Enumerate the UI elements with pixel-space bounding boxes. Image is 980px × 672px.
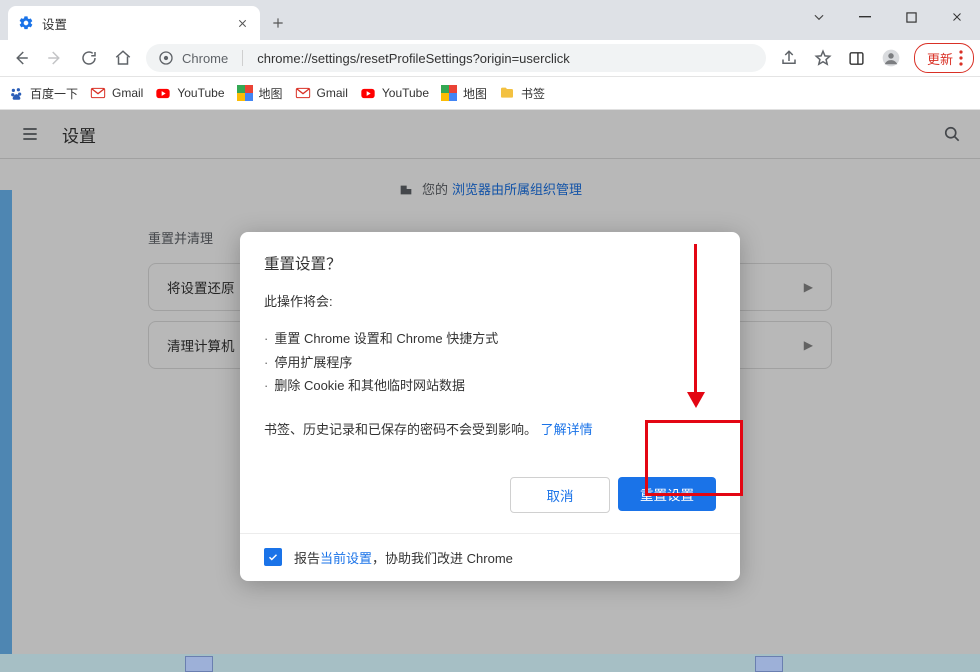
update-button[interactable]: 更新 (914, 43, 974, 73)
bookmark-star-icon[interactable] (808, 43, 838, 73)
bookmark-label: YouTube (382, 86, 429, 100)
browser-tab[interactable]: 设置 (8, 6, 260, 40)
footer-link[interactable]: 当前设置 (320, 551, 372, 566)
dialog-note-text: 书签、历史记录和已保存的密码不会受到影响。 (264, 422, 537, 437)
footer-post: ，协助我们改进 Chrome (372, 551, 513, 566)
bookmark-item[interactable]: 地图 (237, 85, 283, 102)
address-url: chrome://settings/resetProfileSettings?o… (257, 51, 570, 66)
bookmark-item[interactable]: YouTube (155, 85, 224, 101)
bookmark-label: 书签 (521, 85, 545, 102)
window-minimize-button[interactable] (842, 0, 888, 34)
back-button[interactable] (6, 43, 36, 73)
gmail-icon (90, 85, 106, 101)
youtube-icon (155, 85, 171, 101)
youtube-icon (360, 85, 376, 101)
new-tab-button[interactable] (264, 9, 292, 37)
maps-icon (441, 85, 457, 101)
dialog-title: 重置设置？ (264, 252, 716, 274)
bookmark-label: 地图 (463, 85, 487, 102)
cancel-button[interactable]: 取消 (510, 477, 610, 513)
dialog-intro: 此操作将会: (264, 290, 716, 313)
cancel-label: 取消 (547, 485, 574, 505)
tab-close-icon[interactable] (234, 15, 250, 31)
reload-button[interactable] (74, 43, 104, 73)
bookmark-item[interactable]: 百度一下 (8, 85, 78, 102)
tab-title: 设置 (42, 14, 226, 33)
address-bar[interactable]: Chrome chrome://settings/resetProfileSet… (146, 44, 766, 72)
bookmark-item[interactable]: Gmail (295, 85, 348, 101)
dialog-item: 重置 Chrome 设置和 Chrome 快捷方式 (264, 327, 716, 350)
forward-button[interactable] (40, 43, 70, 73)
bookmark-item[interactable]: 地图 (441, 85, 487, 102)
reset-settings-button[interactable]: 重置设置 (618, 477, 716, 511)
bookmark-item[interactable]: 书签 (499, 85, 545, 102)
reset-settings-label: 重置设置 (640, 484, 694, 504)
annotation-arrow-head (687, 392, 705, 408)
bottom-strip-decoration (0, 654, 980, 672)
bookmark-label: Gmail (317, 86, 348, 100)
menu-dots-icon (959, 50, 963, 66)
report-settings-checkbox[interactable] (264, 548, 282, 566)
gmail-icon (295, 85, 311, 101)
share-icon[interactable] (774, 43, 804, 73)
update-label: 更新 (927, 49, 953, 68)
dialog-item: 删除 Cookie 和其他临时网站数据 (264, 374, 716, 397)
profile-icon[interactable] (876, 43, 906, 73)
address-separator (242, 50, 243, 66)
footer-pre: 报告 (294, 551, 320, 566)
side-panel-icon[interactable] (842, 43, 872, 73)
reset-settings-dialog: 重置设置？ 此操作将会: 重置 Chrome 设置和 Chrome 快捷方式 停… (240, 232, 740, 581)
window-close-button[interactable] (934, 0, 980, 34)
gear-icon (18, 15, 34, 31)
maps-icon (237, 85, 253, 101)
window-dropdown-icon[interactable] (796, 0, 842, 34)
home-button[interactable] (108, 43, 138, 73)
window-maximize-button[interactable] (888, 0, 934, 34)
side-strip-decoration (0, 190, 12, 654)
annotation-arrow (694, 244, 697, 394)
site-chrome-icon (158, 50, 174, 66)
address-scheme: Chrome (182, 51, 228, 66)
baidu-icon (8, 85, 24, 101)
bookmark-item[interactable]: Gmail (90, 85, 143, 101)
bookmark-label: 百度一下 (30, 85, 78, 102)
dialog-learn-more-link[interactable]: 了解详情 (541, 422, 593, 437)
folder-icon (499, 85, 515, 101)
bookmark-label: Gmail (112, 86, 143, 100)
bookmark-item[interactable]: YouTube (360, 85, 429, 101)
bookmark-label: YouTube (177, 86, 224, 100)
dialog-item: 停用扩展程序 (264, 351, 716, 374)
bookmark-label: 地图 (259, 85, 283, 102)
